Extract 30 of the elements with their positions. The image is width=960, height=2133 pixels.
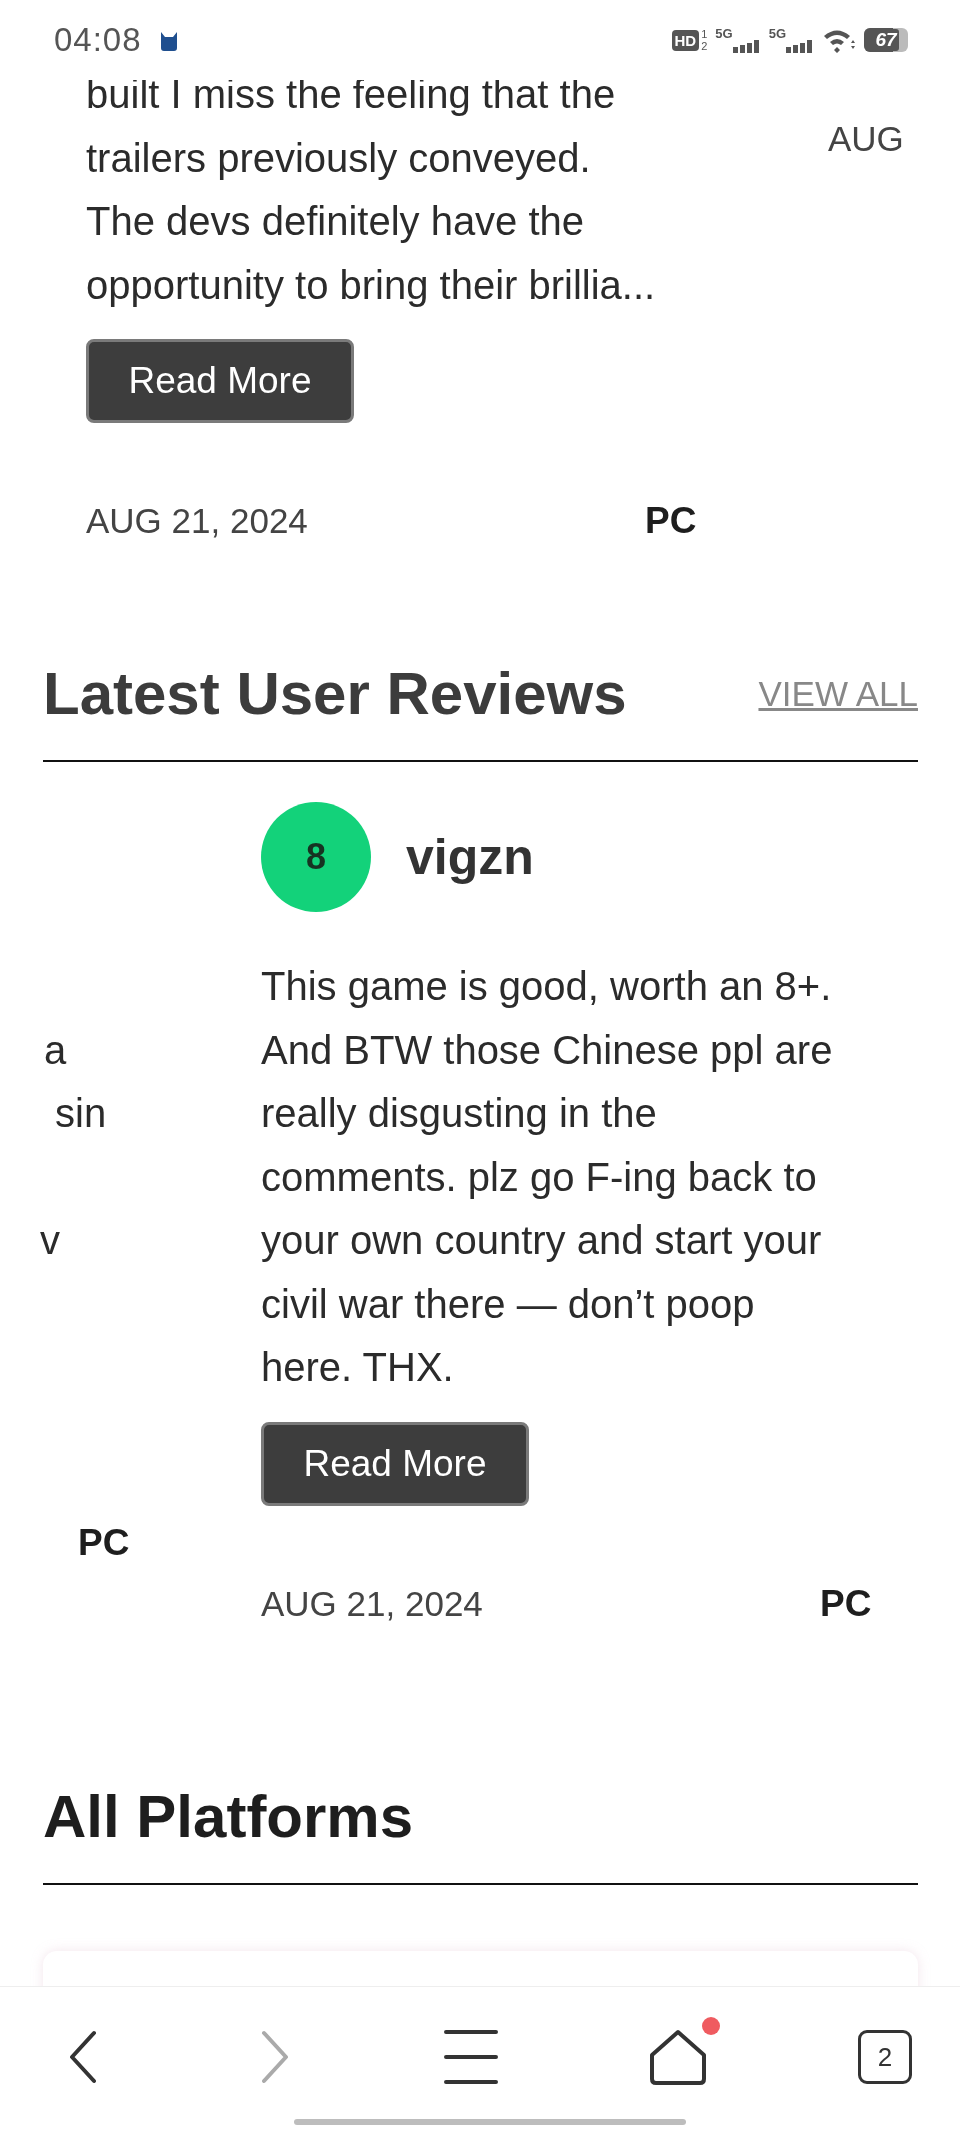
review-text: sin <box>55 1091 107 1137</box>
review-text: v <box>40 1218 60 1264</box>
section-title: All Platforms <box>43 1783 414 1850</box>
review-date: AUG 21, 2024 <box>261 1583 484 1624</box>
home-icon <box>648 2027 708 2087</box>
menu-icon <box>444 2029 498 2085</box>
score-badge: 8 <box>261 802 371 912</box>
view-all-link[interactable]: VIEW ALL <box>758 674 918 714</box>
platform-label: PC <box>820 1582 872 1625</box>
review-text: a <box>44 1027 67 1073</box>
clock: 04:08 <box>54 21 142 59</box>
read-more-button[interactable]: Read More <box>86 339 354 423</box>
review-text: built I miss the feeling that the trailers previously conveyed. The devs definitely have the opportunity to bring their brillia... <box>86 71 657 309</box>
hd-label: HD <box>671 29 700 51</box>
read-more-button[interactable]: Read More <box>261 1421 529 1506</box>
sim-slot-label: 1 <box>701 28 708 40</box>
review-date: AUG 21, 2024 <box>86 501 309 541</box>
sim-slot-label: 2 <box>701 40 708 52</box>
network-label: 5G <box>768 27 786 41</box>
platform-label: PC <box>78 1521 131 1564</box>
review-text: This game is good, worth an 8+. And BTW those Chinese ppl are really disgusting in the comments. plz go F-ing back to your own country and start your civil war there — don’t poop here. THX. <box>261 963 834 1391</box>
network-label: 5G <box>715 27 733 41</box>
platform-label: PC <box>645 500 697 542</box>
review-date: AUG <box>828 119 904 158</box>
section-title: Latest User Reviews <box>43 661 627 727</box>
username: vigzn <box>406 828 534 886</box>
battery-icon: 67 <box>864 28 908 52</box>
tabs-button[interactable]: 2 <box>844 2016 926 2098</box>
signal-icon <box>732 39 761 53</box>
signal-icon <box>786 39 814 53</box>
